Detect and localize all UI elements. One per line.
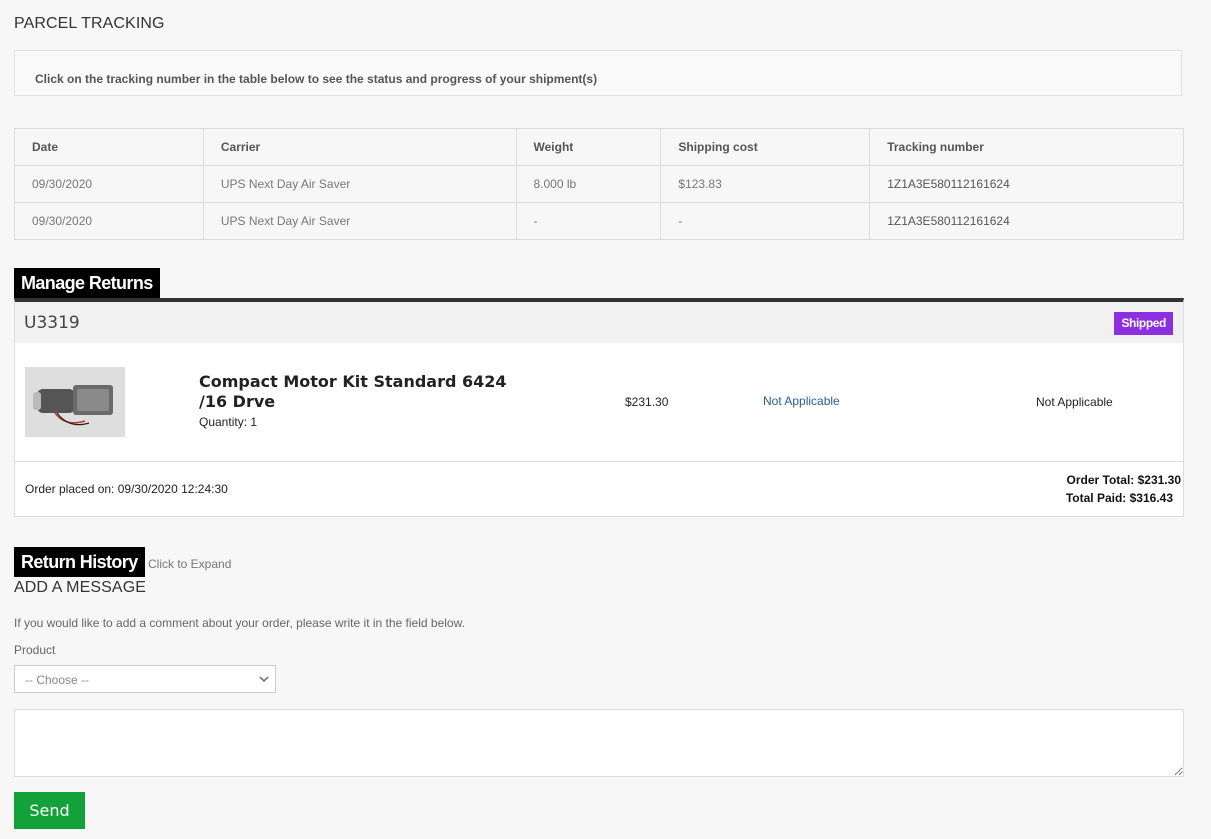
tracking-table: Date Carrier Weight Shipping cost Tracki… xyxy=(14,128,1184,240)
cell-date: 09/30/2020 xyxy=(14,202,204,240)
return-status-text: Not Applicable xyxy=(1036,395,1113,409)
cell-weight: - xyxy=(515,202,662,240)
table-row: 09/30/2020 UPS Next Day Air Saver 8.000 … xyxy=(14,165,1184,203)
chevron-down-icon xyxy=(259,676,269,683)
order-total: Order Total: $231.30 xyxy=(1066,473,1182,487)
order-placed-date: Order placed on: 09/30/2020 12:24:30 xyxy=(25,482,228,496)
status-badge: Shipped xyxy=(1114,312,1173,335)
product-select[interactable]: -- Choose -- xyxy=(14,665,276,693)
product-select-label: Product xyxy=(14,643,56,657)
message-textarea[interactable] xyxy=(14,709,1184,777)
header-shipping-cost: Shipping cost xyxy=(660,128,871,166)
send-button[interactable]: Send xyxy=(14,792,85,829)
parcel-tracking-title: PARCEL TRACKING xyxy=(14,15,165,32)
manage-returns-heading: Manage Returns xyxy=(14,268,160,298)
tracking-info-box: Click on the tracking number in the tabl… xyxy=(14,50,1182,96)
page: PARCEL TRACKING Click on the tracking nu… xyxy=(0,0,1211,839)
table-row: 09/30/2020 UPS Next Day Air Saver - - 1Z… xyxy=(14,202,1184,240)
add-message-title: ADD A MESSAGE xyxy=(14,579,147,596)
tracking-number-link[interactable]: 1Z1A3E580112161624 xyxy=(869,202,1184,240)
message-help-text: If you would like to add a comment about… xyxy=(14,616,465,630)
product-select-value: -- Choose -- xyxy=(25,673,90,687)
returns-panel: U3319 Shipped Compact Motor Kit Standard… xyxy=(14,298,1184,517)
cell-carrier: UPS Next Day Air Saver xyxy=(202,202,517,240)
header-tracking-number: Tracking number xyxy=(869,128,1184,166)
order-id: U3319 xyxy=(24,313,80,333)
tracking-number-link[interactable]: 1Z1A3E580112161624 xyxy=(869,165,1184,203)
product-quantity: Quantity: 1 xyxy=(199,415,258,429)
tracking-info-text: Click on the tracking number in the tabl… xyxy=(35,72,598,86)
total-paid: Total Paid: $316.43 xyxy=(1065,491,1173,505)
cell-carrier: UPS Next Day Air Saver xyxy=(202,165,517,203)
table-header-row: Date Carrier Weight Shipping cost Tracki… xyxy=(14,128,1184,166)
cell-shipping-cost: $123.83 xyxy=(660,165,871,203)
click-to-expand-link[interactable]: Click to Expand xyxy=(148,557,231,571)
cell-date: 09/30/2020 xyxy=(14,165,204,203)
motor-kit-icon xyxy=(25,367,125,437)
motor-kit-image xyxy=(25,367,125,437)
header-date: Date xyxy=(14,128,204,166)
return-history-toggle[interactable]: Return History xyxy=(14,547,145,577)
header-weight: Weight xyxy=(515,128,662,166)
panel-divider xyxy=(15,461,1183,462)
cell-weight: 8.000 lb xyxy=(515,165,662,203)
product-price: $231.30 xyxy=(625,395,669,409)
header-carrier: Carrier xyxy=(202,128,517,166)
returns-panel-header: U3319 Shipped xyxy=(15,302,1183,343)
return-option-link[interactable]: Not Applicable xyxy=(763,394,840,408)
cell-shipping-cost: - xyxy=(660,202,871,240)
product-name: Compact Motor Kit Standard 6424 /16 Drve xyxy=(199,372,507,411)
